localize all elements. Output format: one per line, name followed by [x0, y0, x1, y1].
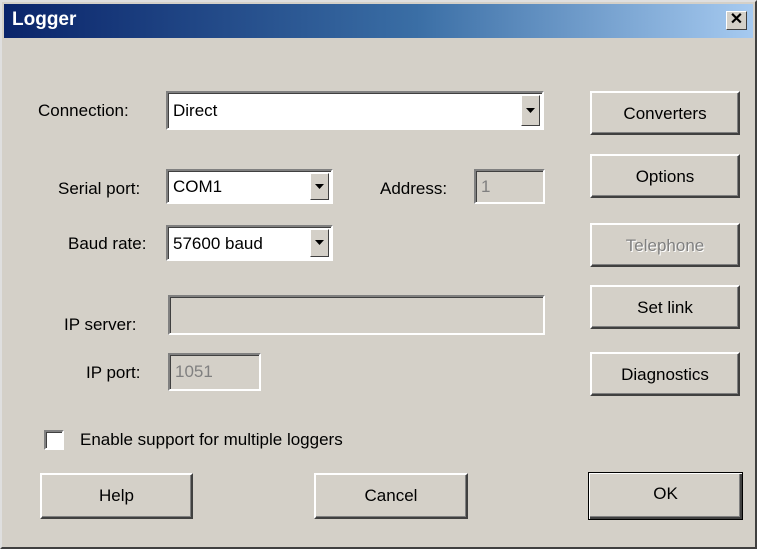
chevron-down-icon [526, 107, 535, 113]
serial-port-value: COM1 [173, 177, 223, 196]
connection-dropdown-button[interactable] [521, 95, 540, 126]
cancel-button-label: Cancel [364, 486, 418, 505]
multiple-loggers-label[interactable]: Enable support for multiple loggers [80, 430, 343, 450]
help-button[interactable]: Help [40, 473, 193, 519]
connection-value: Direct [173, 101, 218, 120]
ip-port-input[interactable]: 1051 [168, 353, 261, 391]
address-label: Address: [380, 179, 448, 198]
telephone-button-label: Telephone [625, 236, 705, 255]
options-button-label: Options [635, 167, 695, 186]
window-title: Logger [12, 9, 77, 30]
set-link-button-label: Set link [637, 298, 693, 317]
telephone-button[interactable]: Telephone [590, 223, 740, 267]
connection-label: Connection: [38, 101, 129, 120]
baud-rate-value: 57600 baud [173, 234, 263, 253]
multiple-loggers-checkbox[interactable] [44, 430, 64, 450]
chevron-down-icon [315, 183, 324, 189]
chevron-down-icon [315, 240, 324, 245]
ip-port-value: 1051 [175, 362, 213, 381]
converters-button-label: Converters [623, 104, 707, 123]
serial-port-dropdown-button[interactable] [310, 173, 329, 200]
ip-server-label: IP server: [64, 315, 137, 334]
cancel-button[interactable]: Cancel [314, 473, 468, 519]
baud-rate-select[interactable]: 57600 baud [166, 225, 333, 261]
address-value: 1 [481, 177, 491, 196]
title-bar[interactable]: Logger ✕ [4, 4, 753, 38]
serial-port-label: Serial port: [58, 179, 141, 198]
close-icon: ✕ [729, 11, 744, 28]
ok-button-label: OK [653, 484, 678, 503]
ip-port-label: IP port: [86, 363, 141, 382]
baud-rate-label: Baud rate: [68, 234, 147, 253]
close-button[interactable]: ✕ [726, 11, 747, 30]
set-link-button[interactable]: Set link [590, 285, 740, 329]
help-button-label: Help [99, 486, 134, 505]
diagnostics-button-label: Diagnostics [621, 365, 709, 384]
diagnostics-button[interactable]: Diagnostics [590, 352, 740, 396]
baud-rate-dropdown-button[interactable] [310, 229, 329, 257]
address-input[interactable]: 1 [474, 169, 545, 204]
serial-port-select[interactable]: COM1 [166, 169, 333, 204]
logger-dialog: Logger ✕ Connection: Direct Serial port:… [0, 0, 757, 549]
ok-button[interactable]: OK [588, 472, 743, 520]
connection-select[interactable]: Direct [166, 91, 544, 130]
ip-server-input[interactable] [168, 295, 545, 335]
options-button[interactable]: Options [590, 154, 740, 198]
converters-button[interactable]: Converters [590, 91, 740, 135]
